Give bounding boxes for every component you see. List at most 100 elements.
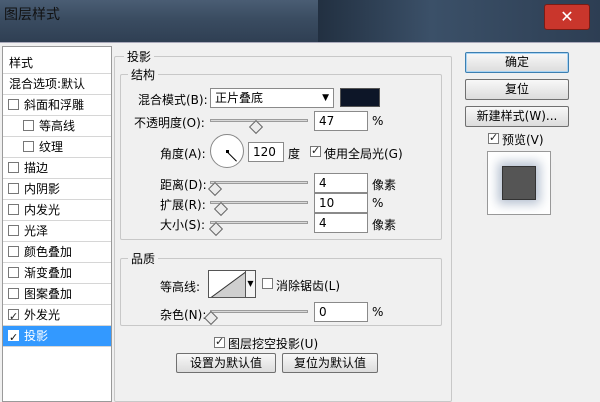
sidebar-item-label: 纹理 [39,140,64,154]
sidebar-item-bevel-emboss[interactable]: 斜面和浮雕 [3,95,111,116]
noise-value: 0 [319,305,327,319]
ok-button[interactable]: 确定 [465,52,569,73]
blend-mode-select[interactable]: 正片叠底 ▼ [210,88,334,108]
angle-input[interactable]: 120 [248,142,284,162]
global-light-checkbox[interactable] [310,144,321,157]
blend-mode-label: 混合模式(B): [138,93,208,107]
sidebar-item-label: 颜色叠加 [24,245,73,259]
angle-unit: 度 [288,147,301,161]
gradient-overlay-checkbox[interactable] [8,267,19,278]
sidebar-item-blending-options[interactable]: 混合选项:默认 [3,74,111,95]
spread-label: 扩展(R): [160,198,206,212]
contour-picker[interactable] [208,270,246,298]
contour-dropdown-button[interactable]: ▼ [246,270,256,298]
noise-slider-track[interactable] [210,310,308,313]
close-button[interactable]: ✕ [544,4,590,30]
angle-dial[interactable] [210,134,244,168]
sidebar-item-inner-glow[interactable]: 内发光 [3,200,111,221]
title-bar: 图层样式 ✕ [0,0,600,42]
inner-shadow-checkbox[interactable] [8,183,19,194]
distance-unit: 像素 [372,178,397,192]
reset-button[interactable]: 复位 [465,79,569,100]
sidebar-item-inner-shadow[interactable]: 内阴影 [3,179,111,200]
spread-unit: % [372,196,384,210]
shadow-color-swatch[interactable] [340,88,380,107]
distance-slider-track[interactable] [210,181,308,184]
make-default-button[interactable]: 设置为默认值 [176,353,276,373]
spread-input[interactable]: 10 [314,193,368,213]
sidebar-item-satin[interactable]: 光泽 [3,221,111,242]
opacity-unit: % [372,114,384,128]
sidebar-item-stroke[interactable]: 描边 [3,158,111,179]
angle-value: 120 [253,145,276,159]
noise-label: 杂色(N): [160,308,207,322]
distance-value: 4 [319,176,327,190]
sidebar-item-drop-shadow[interactable]: 投影 [3,326,111,347]
color-overlay-checkbox[interactable] [8,246,19,257]
anti-alias-checkbox[interactable] [262,278,273,289]
spread-value: 10 [319,196,335,210]
sidebar-item-outer-glow[interactable]: 外发光 [3,305,111,326]
stroke-checkbox[interactable] [8,162,19,173]
distance-input[interactable]: 4 [314,173,368,193]
size-value: 4 [319,216,327,230]
reset-default-button[interactable]: 复位为默认值 [282,353,378,373]
angle-label: 角度(A): [160,147,206,161]
window-title: 图层样式 [4,7,60,23]
texture-checkbox[interactable] [23,141,34,152]
distance-label: 距离(D): [160,178,207,192]
sidebar-item-label: 等高线 [39,119,76,133]
opacity-slider-track[interactable] [210,119,308,122]
opacity-label: 不透明度(O): [134,116,205,130]
global-light-label: 使用全局光(G) [324,147,403,161]
new-style-button[interactable]: 新建样式(W)... [465,106,569,127]
sidebar-item-label: 描边 [24,161,49,175]
sidebar-item-label: 混合选项:默认 [9,77,86,91]
outer-glow-checkbox[interactable] [8,307,19,325]
sidebar-item-label: 渐变叠加 [24,266,73,280]
chevron-down-icon: ▼ [322,93,329,103]
noise-unit: % [372,305,384,319]
preview-checkbox[interactable] [488,131,499,144]
section-title: 投影 [124,48,155,65]
inner-glow-checkbox[interactable] [8,204,19,215]
sidebar-item-label: 样式 [9,56,34,70]
sidebar-item-label: 内阴影 [24,182,61,196]
sidebar-item-pattern-overlay[interactable]: 图案叠加 [3,284,111,305]
quality-title: 品质 [128,250,159,267]
style-list: 样式 混合选项:默认 斜面和浮雕 等高线 纹理 描边 内阴影 内发光 光泽 颜色… [2,46,112,402]
opacity-value: 47 [319,114,335,128]
spread-slider-track[interactable] [210,201,308,204]
preview-label: 预览(V) [502,133,544,147]
sidebar-item-label: 外发光 [24,308,61,322]
blend-mode-value: 正片叠底 [215,91,264,105]
noise-input[interactable]: 0 [314,302,368,322]
satin-checkbox[interactable] [8,225,19,236]
opacity-input[interactable]: 47 [314,111,368,131]
sidebar-item-contour[interactable]: 等高线 [3,116,111,137]
knockout-label: 图层挖空投影(U) [228,337,319,351]
sidebar-item-label: 图案叠加 [24,287,73,301]
drop-shadow-checkbox[interactable] [8,328,19,346]
preview-swatch [502,166,536,200]
size-slider-track[interactable] [210,221,308,224]
sidebar-item-styles[interactable]: 样式 [3,53,111,74]
size-input[interactable]: 4 [314,213,368,233]
sidebar-item-label: 光泽 [24,224,49,238]
sidebar-item-label: 投影 [24,329,49,343]
contour-curve-icon [210,271,245,297]
bevel-emboss-checkbox[interactable] [8,99,19,110]
sidebar-item-label: 斜面和浮雕 [24,98,85,112]
size-unit: 像素 [372,218,397,232]
knockout-checkbox[interactable] [214,335,225,348]
sidebar-item-label: 内发光 [24,203,61,217]
sidebar-item-texture[interactable]: 纹理 [3,137,111,158]
contour-label: 等高线: [160,280,201,294]
sidebar-item-gradient-overlay[interactable]: 渐变叠加 [3,263,111,284]
style-preview [487,151,551,215]
chevron-down-icon: ▼ [247,279,254,288]
sidebar-item-color-overlay[interactable]: 颜色叠加 [3,242,111,263]
angle-dial-hand [226,151,237,162]
pattern-overlay-checkbox[interactable] [8,288,19,299]
contour-checkbox[interactable] [23,120,34,131]
